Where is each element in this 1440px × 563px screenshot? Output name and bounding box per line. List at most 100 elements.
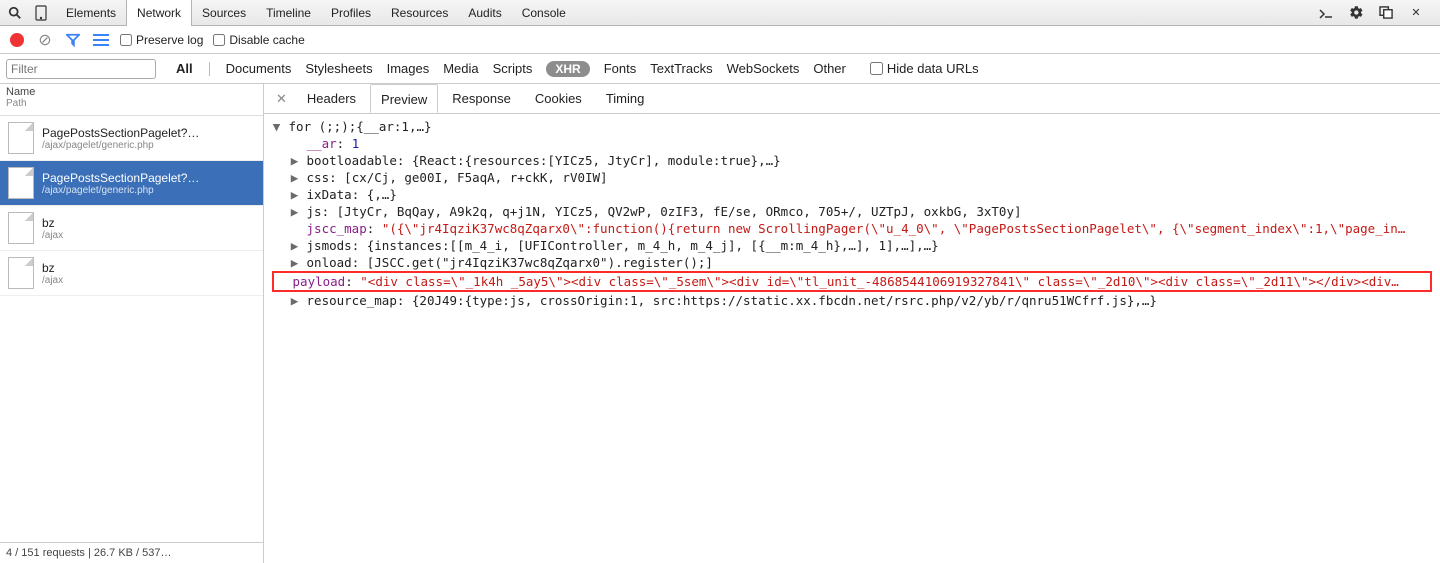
separator <box>209 62 210 76</box>
preview-key: css <box>307 170 330 185</box>
hide-data-urls-input[interactable] <box>870 62 883 75</box>
status-bar: 4 / 151 requests | 26.7 KB / 537… <box>0 542 263 563</box>
devtools-tab-bar: Elements Network Sources Timeline Profil… <box>0 0 1440 26</box>
preview-value: "({\"jr4IqziK37wc8qZqarx0\":function(){r… <box>382 221 1406 236</box>
type-fonts[interactable]: Fonts <box>604 61 637 76</box>
preview-line[interactable]: ▶ bootloadable: {React:{resources:[YICz5… <box>272 152 1432 169</box>
expand-toggle-icon[interactable]: ▶ <box>290 237 299 254</box>
preview-key: __ar <box>307 136 337 151</box>
type-websockets[interactable]: WebSockets <box>727 61 800 76</box>
preserve-log-input[interactable] <box>120 34 132 46</box>
type-all[interactable]: All <box>176 61 193 76</box>
expand-toggle-icon[interactable]: ▶ <box>290 292 299 309</box>
dock-icon[interactable] <box>1376 3 1396 23</box>
type-media[interactable]: Media <box>443 61 478 76</box>
request-row[interactable]: bz /ajax <box>0 251 263 296</box>
drawer-icon[interactable] <box>1316 3 1336 23</box>
tab-sources[interactable]: Sources <box>192 0 256 26</box>
preview-key: onload <box>307 255 352 270</box>
filter-input[interactable] <box>6 59 156 79</box>
tab-audits[interactable]: Audits <box>458 0 511 26</box>
request-row[interactable]: PagePostsSectionPagelet?… /ajax/pagelet/… <box>0 116 263 161</box>
expand-toggle-icon[interactable]: ▼ <box>272 118 281 135</box>
gear-icon[interactable] <box>1346 3 1366 23</box>
expand-toggle-icon[interactable]: ▶ <box>290 254 299 271</box>
filter-icon[interactable] <box>64 31 82 49</box>
preview-value: {,…} <box>367 187 397 202</box>
preview-value: [JtyCr, BqQay, A9k2q, q+j1N, YICz5, QV2w… <box>337 204 1022 219</box>
type-filters: All Documents Stylesheets Images Media S… <box>164 61 979 77</box>
expand-toggle-icon[interactable]: ▶ <box>290 186 299 203</box>
request-path: /ajax <box>42 275 63 286</box>
preview-line[interactable]: ▶ resource_map: {20J49:{type:js, crossOr… <box>272 292 1432 309</box>
document-icon <box>8 257 34 289</box>
preview-value: {React:{resources:[YICz5, JtyCr], module… <box>412 153 781 168</box>
document-icon <box>8 212 34 244</box>
expand-toggle-icon[interactable]: ▶ <box>290 169 299 186</box>
search-icon[interactable] <box>4 2 26 24</box>
tab-network[interactable]: Network <box>126 0 192 26</box>
preview-key: bootloadable <box>307 153 397 168</box>
preview-value: [cx/Cj, ge00I, F5aqA, r+ckK, rV0IW] <box>344 170 607 185</box>
type-documents[interactable]: Documents <box>226 61 292 76</box>
preview-key: jsmods <box>307 238 352 253</box>
close-icon[interactable]: ✕ <box>1406 3 1426 23</box>
preview-line[interactable]: ▶ ixData: {,…} <box>272 186 1432 203</box>
request-name: PagePostsSectionPagelet?… <box>42 171 199 185</box>
preview-line[interactable]: ▶ onload: [JSCC.get("jr4IqziK37wc8qZqarx… <box>272 254 1432 271</box>
network-main: Name Path PagePostsSectionPagelet?… /aja… <box>0 84 1440 563</box>
col-path: Path <box>6 98 257 109</box>
close-detail-icon[interactable]: ✕ <box>270 91 293 107</box>
record-button[interactable] <box>8 31 26 49</box>
tab-cookies[interactable]: Cookies <box>525 84 592 113</box>
preserve-log-checkbox[interactable]: Preserve log <box>120 33 203 47</box>
preview-line[interactable]: ▶ css: [cx/Cj, ge00I, F5aqA, r+ckK, rV0I… <box>272 169 1432 186</box>
clear-button[interactable]: ⊘ <box>36 31 54 49</box>
tab-response[interactable]: Response <box>442 84 521 113</box>
hide-data-urls-label: Hide data URLs <box>887 61 979 76</box>
request-list-body: PagePostsSectionPagelet?… /ajax/pagelet/… <box>0 116 263 542</box>
request-path: /ajax/pagelet/generic.php <box>42 140 199 151</box>
expand-toggle-icon[interactable]: ▶ <box>290 152 299 169</box>
type-texttracks[interactable]: TextTracks <box>650 61 712 76</box>
request-row[interactable]: bz /ajax <box>0 206 263 251</box>
large-rows-icon[interactable] <box>92 31 110 49</box>
tab-timing[interactable]: Timing <box>596 84 655 113</box>
disable-cache-checkbox[interactable]: Disable cache <box>213 33 304 47</box>
type-xhr[interactable]: XHR <box>546 61 589 77</box>
request-list-header[interactable]: Name Path <box>0 84 263 116</box>
hide-data-urls-checkbox[interactable]: Hide data URLs <box>870 61 979 76</box>
type-other[interactable]: Other <box>813 61 846 76</box>
preview-line[interactable]: ▶ jscc_map: "({\"jr4IqziK37wc8qZqarx0\":… <box>272 220 1432 237</box>
type-stylesheets[interactable]: Stylesheets <box>305 61 372 76</box>
tab-console[interactable]: Console <box>512 0 576 26</box>
request-path: /ajax <box>42 230 63 241</box>
preview-key: ixData <box>307 187 352 202</box>
detail-tabs: ✕ Headers Preview Response Cookies Timin… <box>264 84 1440 114</box>
tab-timeline[interactable]: Timeline <box>256 0 321 26</box>
preview-root[interactable]: ▼ for (;;);{__ar:1,…} <box>272 118 1432 135</box>
type-scripts[interactable]: Scripts <box>493 61 533 76</box>
device-icon[interactable] <box>30 2 52 24</box>
type-images[interactable]: Images <box>387 61 430 76</box>
preview-root-text: for (;;);{__ar:1,…} <box>289 119 432 134</box>
preview-line[interactable]: ▶ __ar: 1 <box>272 135 1432 152</box>
preview-key: js <box>307 204 322 219</box>
tab-profiles[interactable]: Profiles <box>321 0 381 26</box>
tab-preview[interactable]: Preview <box>370 84 438 113</box>
preview-line[interactable]: ▶ jsmods: {instances:[[m_4_i, [UFIContro… <box>272 237 1432 254</box>
tab-elements[interactable]: Elements <box>56 0 126 26</box>
tab-resources[interactable]: Resources <box>381 0 458 26</box>
preview-line[interactable]: ▶ payload: "<div class=\"_1k4h _5ay5\"><… <box>272 271 1432 292</box>
preview-panel[interactable]: ▼ for (;;);{__ar:1,…} ▶ __ar: 1▶ bootloa… <box>264 114 1440 563</box>
preview-key: payload <box>293 274 346 289</box>
request-row[interactable]: PagePostsSectionPagelet?… /ajax/pagelet/… <box>0 161 263 206</box>
preview-value: "<div class=\"_1k4h _5ay5\"><div class=\… <box>360 274 1399 289</box>
preview-value: [JSCC.get("jr4IqziK37wc8qZqarx0").regist… <box>367 255 713 270</box>
preview-line[interactable]: ▶ js: [JtyCr, BqQay, A9k2q, q+j1N, YICz5… <box>272 203 1432 220</box>
request-name: bz <box>42 261 63 275</box>
disable-cache-input[interactable] <box>213 34 225 46</box>
request-name: bz <box>42 216 63 230</box>
expand-toggle-icon[interactable]: ▶ <box>290 203 299 220</box>
tab-headers[interactable]: Headers <box>297 84 366 113</box>
